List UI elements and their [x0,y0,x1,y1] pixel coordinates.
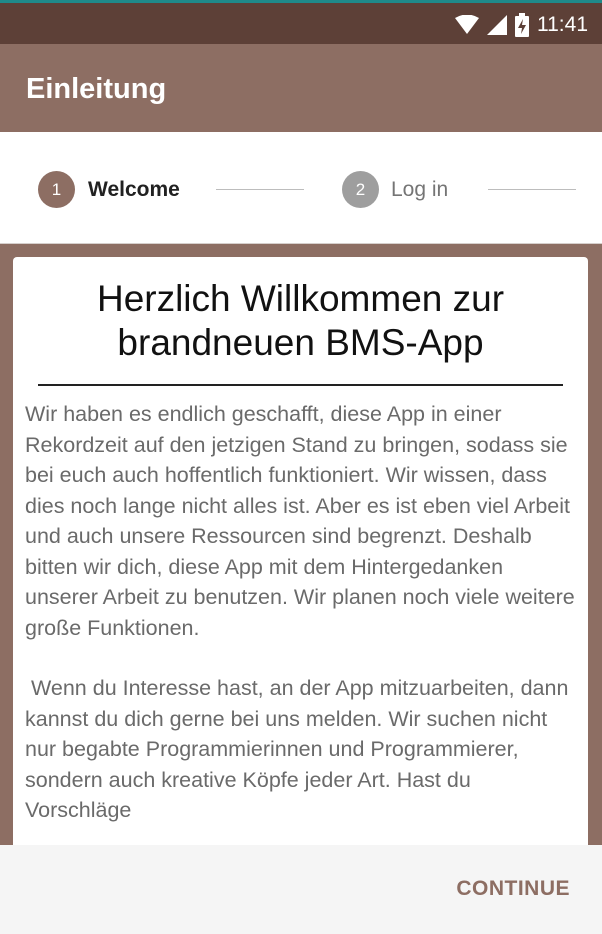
step-2-number[interactable]: 2 [342,171,379,208]
step-1-number[interactable]: 1 [38,171,75,208]
welcome-paragraph-2: Wenn du Interesse hast, an der App mitzu… [25,676,575,822]
signal-icon [487,15,507,35]
toolbar-title: Einleitung [26,73,167,105]
title-divider [38,384,563,386]
status-icons: 11:41 [455,9,588,41]
welcome-title: Herzlich Willkommen zur brandneuen BMS-A… [13,277,588,365]
continue-button[interactable]: CONTINUE [456,877,570,901]
status-time: 11:41 [537,13,588,36]
welcome-text: Wir haben es endlich geschafft, diese Ap… [25,399,581,826]
welcome-paragraph-1: Wir haben es endlich geschafft, diese Ap… [25,402,575,640]
step-1-label[interactable]: Welcome [88,178,180,202]
welcome-title-line-2: brandneuen BMS-App [117,322,484,363]
toolbar: Einleitung [0,44,602,132]
battery-charging-icon [515,13,529,37]
step-connector [216,189,304,190]
step-2-label[interactable]: Log in [391,178,448,202]
status-bar: 11:41 [0,0,602,44]
welcome-title-line-1: Herzlich Willkommen zur [96,278,505,319]
bottom-navigation-bar: CONTINUE [0,845,602,934]
app-screen: 11:41 Einleitung 1 Welcome 2 Log in Herz… [0,0,602,934]
wifi-icon [455,15,479,35]
stepper: 1 Welcome 2 Log in [0,132,602,244]
step-connector-trailing [488,189,576,190]
welcome-card[interactable]: Herzlich Willkommen zur brandneuen BMS-A… [13,257,588,877]
